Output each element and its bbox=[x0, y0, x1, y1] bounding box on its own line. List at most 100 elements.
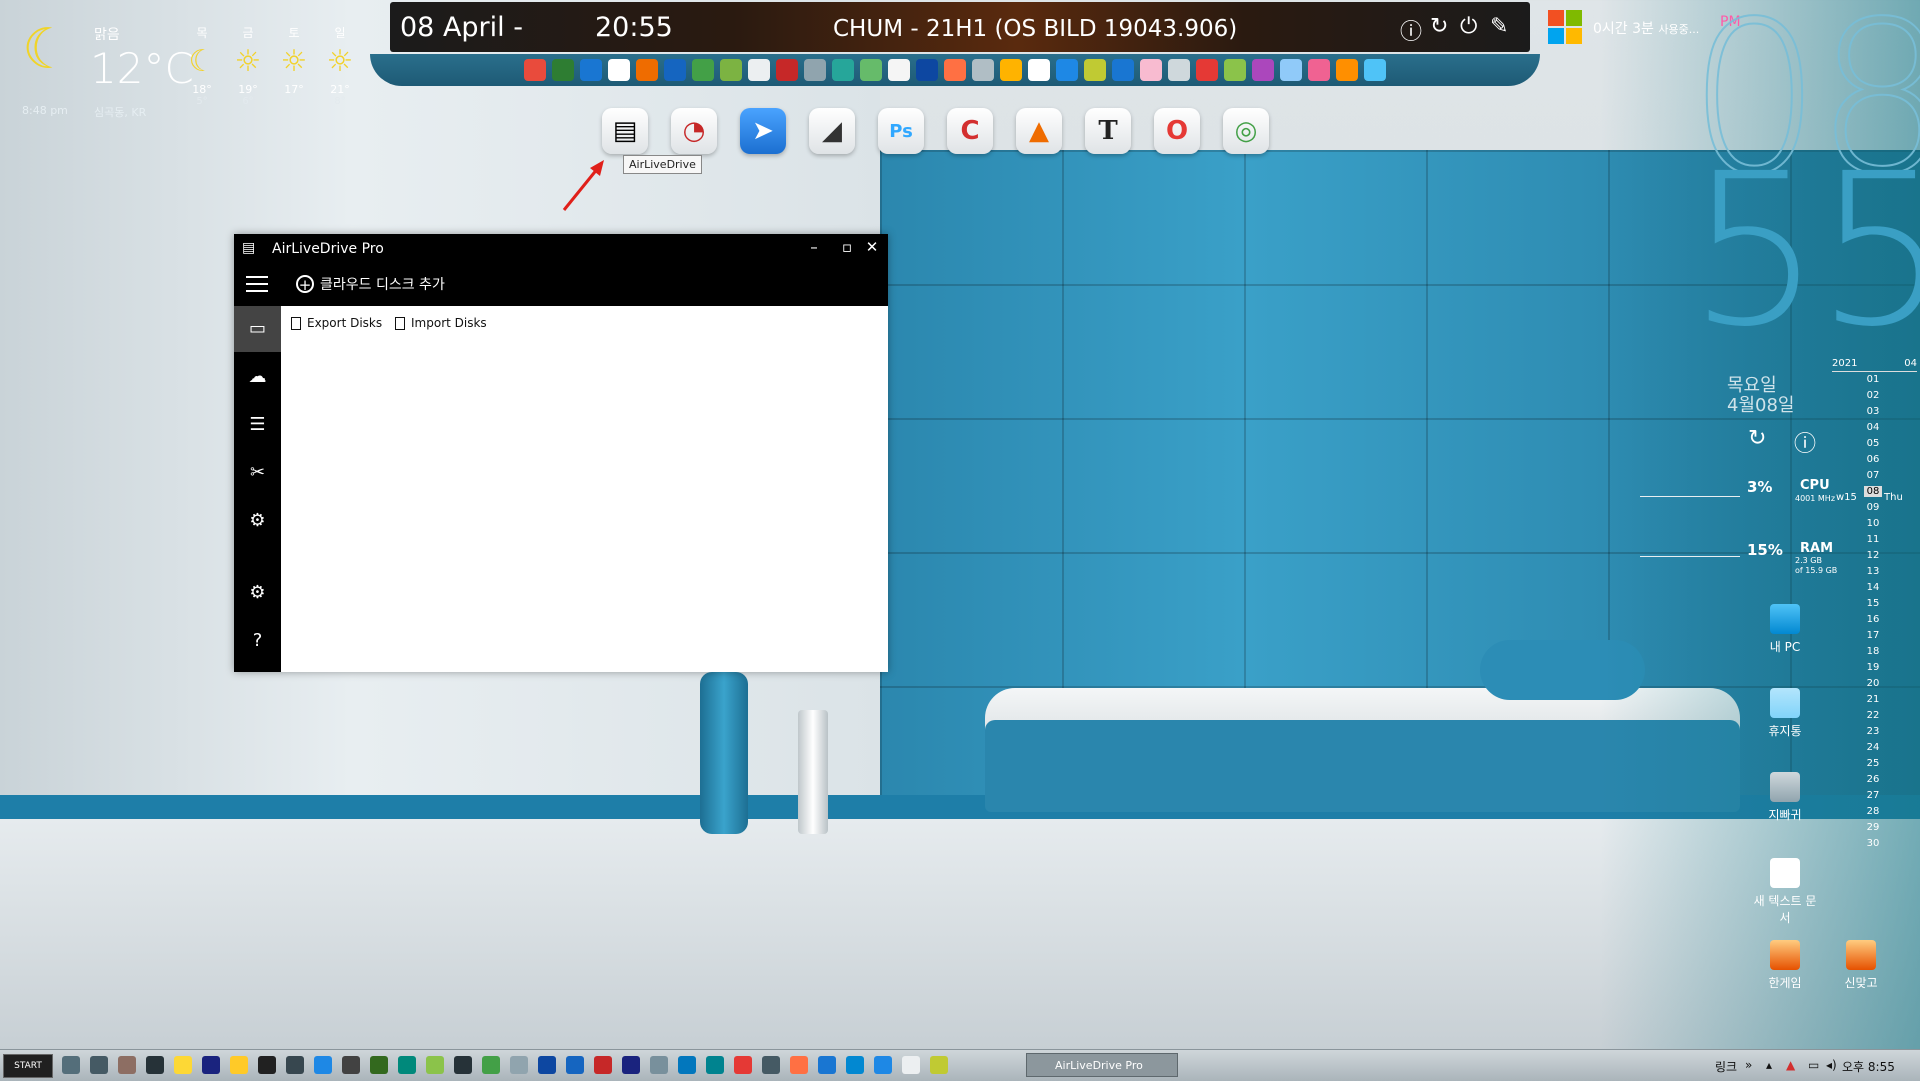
taskbar-app-icon[interactable] bbox=[622, 1056, 640, 1074]
cloud-upload-nav-icon[interactable]: ☁ bbox=[234, 354, 281, 400]
taskbar-app-icon[interactable] bbox=[874, 1056, 892, 1074]
volume-icon[interactable]: ◂) bbox=[1826, 1058, 1837, 1072]
settings-nav-icon[interactable]: ⚙ bbox=[234, 570, 281, 616]
quicklaunch-icon[interactable] bbox=[972, 59, 994, 81]
quicklaunch-icon[interactable] bbox=[1028, 59, 1050, 81]
taskbar-app-icon[interactable] bbox=[594, 1056, 612, 1074]
quicklaunch-icon[interactable] bbox=[944, 59, 966, 81]
info-icon[interactable]: ⓘ bbox=[1794, 426, 1816, 458]
taskbar-app-icon[interactable] bbox=[818, 1056, 836, 1074]
add-cloud-disk-button[interactable]: + 클라우드 디스크 추가 bbox=[296, 274, 445, 294]
minimize-button[interactable]: – bbox=[804, 238, 824, 256]
quicklaunch-icon[interactable] bbox=[1112, 59, 1134, 81]
windows-logo-icon[interactable] bbox=[1548, 10, 1582, 44]
taskbar-app-icon[interactable] bbox=[146, 1056, 164, 1074]
desktop-icon-my-pc[interactable]: 내 PC bbox=[1750, 604, 1820, 655]
quicklaunch-icon[interactable] bbox=[1308, 59, 1330, 81]
ccleaner-icon[interactable]: C bbox=[947, 108, 993, 154]
taskbar-clock[interactable]: 오후 8:55 bbox=[1842, 1058, 1895, 1075]
taskbar-app-icon[interactable] bbox=[566, 1056, 584, 1074]
disks-nav-icon[interactable]: ▭ bbox=[234, 306, 281, 352]
quicklaunch-icon[interactable] bbox=[916, 59, 938, 81]
taskbar-app-icon[interactable] bbox=[482, 1056, 500, 1074]
taskbar-app-icon[interactable] bbox=[538, 1056, 556, 1074]
aimp-icon[interactable]: ▲ bbox=[1016, 108, 1062, 154]
quicklaunch-icon[interactable] bbox=[888, 59, 910, 81]
edge-icon[interactable] bbox=[846, 1056, 864, 1074]
quicklaunch-icon[interactable] bbox=[692, 59, 714, 81]
help-nav-icon[interactable]: ? bbox=[234, 618, 281, 664]
taskbar-app-icon[interactable] bbox=[650, 1056, 668, 1074]
taskbar-app-icon[interactable] bbox=[370, 1056, 388, 1074]
taskbar-app-icon[interactable] bbox=[118, 1056, 136, 1074]
opera-icon[interactable] bbox=[734, 1056, 752, 1074]
gears-nav-icon[interactable]: ⚙ bbox=[234, 498, 281, 544]
chrome-icon[interactable]: ◎ bbox=[1223, 108, 1269, 154]
desktop-icon-app[interactable]: 지빠귀 bbox=[1750, 772, 1820, 823]
quicklaunch-icon[interactable] bbox=[552, 59, 574, 81]
quicklaunch-icon[interactable] bbox=[608, 59, 630, 81]
quicklaunch-icon[interactable] bbox=[804, 59, 826, 81]
desktop-icon-text-file[interactable]: 새 텍스트 문서 bbox=[1750, 858, 1820, 926]
settings-wrench-icon[interactable]: ✎ bbox=[1490, 14, 1508, 39]
taskbar-app-icon[interactable] bbox=[426, 1056, 444, 1074]
desktop-icon-recycle-bin[interactable]: 휴지통 bbox=[1750, 688, 1820, 739]
quicklaunch-icon[interactable] bbox=[720, 59, 742, 81]
chevron-up-icon[interactable]: ▴ bbox=[1766, 1058, 1772, 1072]
tray-app-icon[interactable]: ▲ bbox=[1786, 1058, 1795, 1072]
taskbar-app-icon[interactable] bbox=[706, 1056, 724, 1074]
power-icon[interactable]: ⏻ bbox=[1460, 14, 1477, 39]
paper-plane-app-icon[interactable]: ◢ bbox=[809, 108, 855, 154]
taskbar-window-airlivedrive[interactable]: AirLiveDrive Pro bbox=[1026, 1053, 1178, 1077]
quicklaunch-icon[interactable] bbox=[1280, 59, 1302, 81]
close-button[interactable]: ✕ bbox=[862, 238, 882, 256]
network-icon[interactable]: ▭ bbox=[1808, 1058, 1819, 1072]
list-nav-icon[interactable]: ☰ bbox=[234, 402, 281, 448]
desktop-icon-game[interactable]: 한게임 bbox=[1750, 940, 1820, 991]
export-disks-button[interactable]: Export Disks bbox=[291, 316, 382, 330]
hamburger-menu-icon[interactable] bbox=[246, 276, 268, 294]
tray-link-label[interactable]: 링크 bbox=[1715, 1058, 1737, 1075]
taskbar-app-icon[interactable] bbox=[454, 1056, 472, 1074]
taskbar-app-icon[interactable] bbox=[202, 1056, 220, 1074]
quicklaunch-icon[interactable] bbox=[1000, 59, 1022, 81]
taskbar-app-icon[interactable] bbox=[902, 1056, 920, 1074]
quicklaunch-icon[interactable] bbox=[832, 59, 854, 81]
maximize-button[interactable]: ▫ bbox=[837, 238, 857, 256]
info-icon[interactable]: ⓘ bbox=[1400, 14, 1422, 46]
import-disks-button[interactable]: Import Disks bbox=[395, 316, 487, 330]
quicklaunch-icon[interactable] bbox=[1336, 59, 1358, 81]
taskbar-app-icon[interactable] bbox=[398, 1056, 416, 1074]
photoshop-icon[interactable]: Ps bbox=[878, 108, 924, 154]
quicklaunch-icon[interactable] bbox=[524, 59, 546, 81]
pie-chart-app-icon[interactable]: ◔ bbox=[671, 108, 717, 154]
taskbar-app-icon[interactable] bbox=[286, 1056, 304, 1074]
taskbar-app-icon[interactable] bbox=[314, 1056, 332, 1074]
refresh-icon[interactable]: ↻ bbox=[1748, 426, 1766, 451]
quicklaunch-icon[interactable] bbox=[580, 59, 602, 81]
firefox-icon[interactable] bbox=[790, 1056, 808, 1074]
quicklaunch-icon[interactable] bbox=[1252, 59, 1274, 81]
desktop-icon-game[interactable]: 신맞고 bbox=[1826, 940, 1896, 991]
quicklaunch-icon[interactable] bbox=[1056, 59, 1078, 81]
taskbar-app-icon[interactable] bbox=[510, 1056, 528, 1074]
chevron-right-icon[interactable]: » bbox=[1745, 1058, 1752, 1072]
tools-nav-icon[interactable]: ✂ bbox=[234, 450, 281, 496]
gear-icon[interactable] bbox=[90, 1056, 108, 1074]
start-button[interactable]: START bbox=[3, 1054, 53, 1078]
folder-icon[interactable] bbox=[230, 1056, 248, 1074]
refresh-icon[interactable]: ↻ bbox=[1430, 14, 1448, 39]
typora-icon[interactable]: T bbox=[1085, 108, 1131, 154]
quicklaunch-icon[interactable] bbox=[748, 59, 770, 81]
taskbar-app-icon[interactable] bbox=[174, 1056, 192, 1074]
quicklaunch-icon[interactable] bbox=[860, 59, 882, 81]
trash-icon[interactable] bbox=[342, 1056, 360, 1074]
taskbar-app-icon[interactable] bbox=[762, 1056, 780, 1074]
task-view-icon[interactable] bbox=[62, 1056, 80, 1074]
compass-app-icon[interactable]: ➤ bbox=[740, 108, 786, 154]
window-titlebar[interactable]: ▤ AirLiveDrive Pro – ▫ ✕ bbox=[234, 234, 888, 264]
quicklaunch-icon[interactable] bbox=[1196, 59, 1218, 81]
taskbar-app-icon[interactable] bbox=[930, 1056, 948, 1074]
quicklaunch-icon[interactable] bbox=[1084, 59, 1106, 81]
quicklaunch-icon[interactable] bbox=[664, 59, 686, 81]
